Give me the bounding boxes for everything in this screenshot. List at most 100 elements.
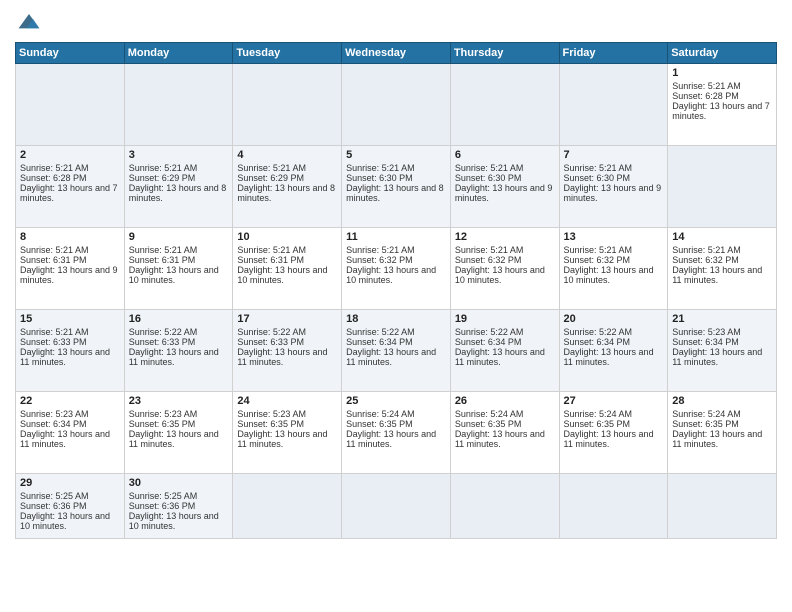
sunrise-text: Sunrise: 5:21 AM bbox=[20, 163, 120, 173]
sunset-text: Sunset: 6:32 PM bbox=[346, 255, 446, 265]
calendar-week-0: 1Sunrise: 5:21 AMSunset: 6:28 PMDaylight… bbox=[16, 64, 777, 146]
header-cell-wednesday: Wednesday bbox=[342, 43, 451, 64]
header-cell-friday: Friday bbox=[559, 43, 668, 64]
sunset-text: Sunset: 6:35 PM bbox=[564, 419, 664, 429]
calendar-cell: 22Sunrise: 5:23 AMSunset: 6:34 PMDayligh… bbox=[16, 392, 125, 474]
calendar-cell: 2 Sunrise: 5:21 AMSunset: 6:28 PMDaylight… bbox=[16, 146, 125, 228]
daylight-label: Daylight: 13 hours and 10 minutes. bbox=[346, 265, 446, 285]
calendar-cell: 6 Sunrise: 5:21 AMSunset: 6:30 PMDaylight… bbox=[450, 146, 559, 228]
sunrise-text: Sunrise: 5:22 AM bbox=[237, 327, 337, 337]
day-number: 25 bbox=[346, 395, 446, 407]
sunrise-text: Sunrise: 5:22 AM bbox=[455, 327, 555, 337]
calendar-cell: 23Sunrise: 5:23 AMSunset: 6:35 PMDayligh… bbox=[124, 392, 233, 474]
day-number: 30 bbox=[129, 477, 229, 489]
day-number: 7 bbox=[564, 149, 664, 161]
sunset-text: Sunset: 6:34 PM bbox=[346, 337, 446, 347]
day-number: 12 bbox=[455, 231, 555, 243]
calendar-cell: 3Sunrise: 5:21 AMSunset: 6:29 PMDaylight… bbox=[124, 146, 233, 228]
daylight-label: Daylight: 13 hours and 10 minutes. bbox=[129, 265, 229, 285]
sunset-text: Sunset: 6:28 PM bbox=[672, 91, 772, 101]
calendar-week-5: 29Sunrise: 5:25 AMSunset: 6:36 PMDayligh… bbox=[16, 474, 777, 539]
sunrise-text: Sunrise: 5:21 AM bbox=[455, 163, 555, 173]
sunset-text: Sunset: 6:33 PM bbox=[237, 337, 337, 347]
day-number: 4 bbox=[237, 149, 337, 161]
calendar-cell bbox=[342, 474, 451, 539]
calendar-cell bbox=[668, 474, 777, 539]
sunrise-text: Sunrise: 5:21 AM bbox=[564, 163, 664, 173]
sunrise-text: Sunrise: 5:21 AM bbox=[455, 245, 555, 255]
daylight-label: Daylight: 13 hours and 10 minutes. bbox=[564, 265, 664, 285]
header-row: SundayMondayTuesdayWednesdayThursdayFrid… bbox=[16, 43, 777, 64]
sunset-text: Sunset: 6:30 PM bbox=[564, 173, 664, 183]
daylight-label: Daylight: 13 hours and 8 minutes. bbox=[346, 183, 446, 203]
calendar-cell: 27Sunrise: 5:24 AMSunset: 6:35 PMDayligh… bbox=[559, 392, 668, 474]
header-cell-monday: Monday bbox=[124, 43, 233, 64]
daylight-label: Daylight: 13 hours and 11 minutes. bbox=[237, 429, 337, 449]
sunset-text: Sunset: 6:29 PM bbox=[129, 173, 229, 183]
sunset-text: Sunset: 6:32 PM bbox=[672, 255, 772, 265]
sunset-text: Sunset: 6:34 PM bbox=[20, 419, 120, 429]
logo bbox=[15, 10, 41, 34]
sunset-text: Sunset: 6:31 PM bbox=[129, 255, 229, 265]
sunrise-text: Sunrise: 5:25 AM bbox=[129, 491, 229, 501]
calendar-cell: 30Sunrise: 5:25 AMSunset: 6:36 PMDayligh… bbox=[124, 474, 233, 539]
sunrise-text: Sunrise: 5:24 AM bbox=[455, 409, 555, 419]
sunrise-text: Sunrise: 5:23 AM bbox=[129, 409, 229, 419]
sunrise-text: Sunrise: 5:24 AM bbox=[564, 409, 664, 419]
calendar-table: SundayMondayTuesdayWednesdayThursdayFrid… bbox=[15, 42, 777, 539]
daylight-label: Daylight: 13 hours and 9 minutes. bbox=[564, 183, 664, 203]
sunset-text: Sunset: 6:32 PM bbox=[455, 255, 555, 265]
daylight-label: Daylight: 13 hours and 10 minutes. bbox=[129, 511, 229, 531]
calendar-cell: 14Sunrise: 5:21 AMSunset: 6:32 PMDayligh… bbox=[668, 228, 777, 310]
day-number: 2 bbox=[20, 149, 120, 161]
day-number: 10 bbox=[237, 231, 337, 243]
sunrise-text: Sunrise: 5:21 AM bbox=[346, 163, 446, 173]
day-number: 5 bbox=[346, 149, 446, 161]
sunrise-text: Sunrise: 5:21 AM bbox=[237, 245, 337, 255]
sunset-text: Sunset: 6:30 PM bbox=[346, 173, 446, 183]
day-number: 6 bbox=[455, 149, 555, 161]
sunset-text: Sunset: 6:29 PM bbox=[237, 173, 337, 183]
calendar-cell: 20Sunrise: 5:22 AMSunset: 6:34 PMDayligh… bbox=[559, 310, 668, 392]
daylight-label: Daylight: 13 hours and 9 minutes. bbox=[455, 183, 555, 203]
day-number: 15 bbox=[20, 313, 120, 325]
sunrise-text: Sunrise: 5:21 AM bbox=[672, 81, 772, 91]
daylight-label: Daylight: 13 hours and 11 minutes. bbox=[455, 347, 555, 367]
day-number: 9 bbox=[129, 231, 229, 243]
calendar-cell bbox=[342, 64, 451, 146]
calendar-cell: 7 Sunrise: 5:21 AMSunset: 6:30 PMDaylight… bbox=[559, 146, 668, 228]
logo-icon bbox=[17, 10, 41, 34]
sunrise-text: Sunrise: 5:22 AM bbox=[564, 327, 664, 337]
sunset-text: Sunset: 6:30 PM bbox=[455, 173, 555, 183]
sunrise-text: Sunrise: 5:22 AM bbox=[346, 327, 446, 337]
calendar-cell: 1Sunrise: 5:21 AMSunset: 6:28 PMDaylight… bbox=[668, 64, 777, 146]
page: SundayMondayTuesdayWednesdayThursdayFrid… bbox=[0, 0, 792, 612]
day-number: 16 bbox=[129, 313, 229, 325]
calendar-cell bbox=[668, 146, 777, 228]
calendar-cell: 18Sunrise: 5:22 AMSunset: 6:34 PMDayligh… bbox=[342, 310, 451, 392]
sunset-text: Sunset: 6:31 PM bbox=[237, 255, 337, 265]
sunset-text: Sunset: 6:28 PM bbox=[20, 173, 120, 183]
day-number: 13 bbox=[564, 231, 664, 243]
sunrise-text: Sunrise: 5:25 AM bbox=[20, 491, 120, 501]
daylight-label: Daylight: 13 hours and 11 minutes. bbox=[455, 429, 555, 449]
sunrise-text: Sunrise: 5:23 AM bbox=[672, 327, 772, 337]
calendar-cell bbox=[233, 64, 342, 146]
sunset-text: Sunset: 6:35 PM bbox=[672, 419, 772, 429]
sunset-text: Sunset: 6:33 PM bbox=[20, 337, 120, 347]
calendar-cell bbox=[450, 474, 559, 539]
header bbox=[15, 10, 777, 34]
daylight-label: Daylight: 13 hours and 11 minutes. bbox=[20, 429, 120, 449]
sunset-text: Sunset: 6:36 PM bbox=[20, 501, 120, 511]
day-number: 19 bbox=[455, 313, 555, 325]
day-number: 24 bbox=[237, 395, 337, 407]
header-cell-saturday: Saturday bbox=[668, 43, 777, 64]
daylight-label: Daylight: 13 hours and 7 minutes. bbox=[20, 183, 120, 203]
calendar-week-3: 15Sunrise: 5:21 AMSunset: 6:33 PMDayligh… bbox=[16, 310, 777, 392]
sunset-text: Sunset: 6:35 PM bbox=[129, 419, 229, 429]
header-cell-tuesday: Tuesday bbox=[233, 43, 342, 64]
sunset-text: Sunset: 6:34 PM bbox=[564, 337, 664, 347]
daylight-label: Daylight: 13 hours and 7 minutes. bbox=[672, 101, 772, 121]
day-number: 26 bbox=[455, 395, 555, 407]
sunrise-text: Sunrise: 5:24 AM bbox=[672, 409, 772, 419]
